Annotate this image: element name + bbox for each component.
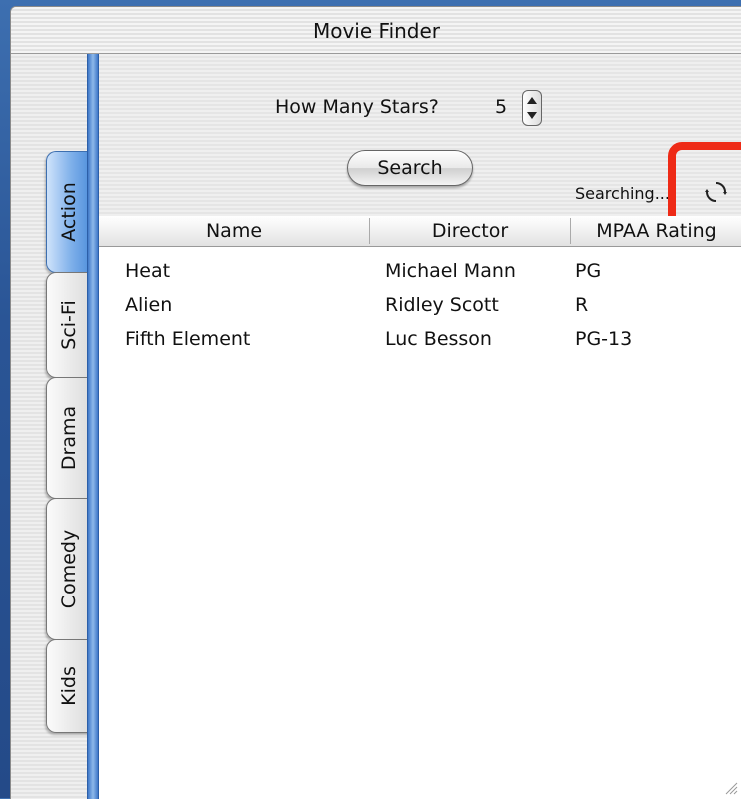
table-row[interactable]: Alien Ridley Scott R [99,288,741,322]
title-bar[interactable]: Movie Finder [11,7,741,54]
table-row[interactable]: Heat Michael Mann PG [99,254,741,288]
cell-director: Michael Mann [385,260,516,282]
tab-label: Sci-Fi [58,300,80,350]
cell-rating: PG [575,260,602,282]
table-header: Name Director MPAA Rating [99,216,741,247]
cell-director: Luc Besson [385,328,492,350]
column-header-director[interactable]: Director [370,216,570,246]
tab-content: How Many Stars? 5 Search Searching... Na… [99,54,741,799]
cell-director: Ridley Scott [385,294,499,316]
tab-label: Kids [58,666,80,706]
column-header-rating[interactable]: MPAA Rating [571,216,741,246]
status-label: Searching... [575,184,670,203]
resize-grip-icon[interactable] [722,779,738,795]
window-title: Movie Finder [312,19,441,43]
cell-name: Fifth Element [125,328,251,350]
movie-finder-window: Movie Finder Action Sci-Fi Drama Comedy … [10,6,741,799]
stars-label: How Many Stars? [275,96,439,118]
search-button[interactable]: Search [347,150,473,186]
tab-action[interactable]: Action [46,151,91,273]
tab-pane-divider [87,54,99,799]
results-table: Name Director MPAA Rating Heat Michael M… [99,216,741,799]
cell-rating: PG-13 [575,328,633,350]
tab-label: Comedy [58,529,80,609]
tab-label: Drama [58,405,80,471]
tab-sci-fi[interactable]: Sci-Fi [46,272,91,378]
column-header-name[interactable]: Name [99,216,369,246]
tab-comedy[interactable]: Comedy [46,498,91,640]
stars-value[interactable]: 5 [495,96,507,118]
stepper-up-icon[interactable] [527,97,537,104]
stepper-down-icon[interactable] [527,112,537,119]
stars-stepper[interactable] [522,90,542,126]
tab-label: Action [58,182,80,242]
tab-strip: Action Sci-Fi Drama Comedy Kids [11,54,91,799]
tab-kids[interactable]: Kids [46,639,91,733]
cell-rating: R [575,294,589,316]
tab-drama[interactable]: Drama [46,377,91,499]
cell-name: Alien [125,294,173,316]
cell-name: Heat [125,260,171,282]
table-row[interactable]: Fifth Element Luc Besson PG-13 [99,322,741,356]
